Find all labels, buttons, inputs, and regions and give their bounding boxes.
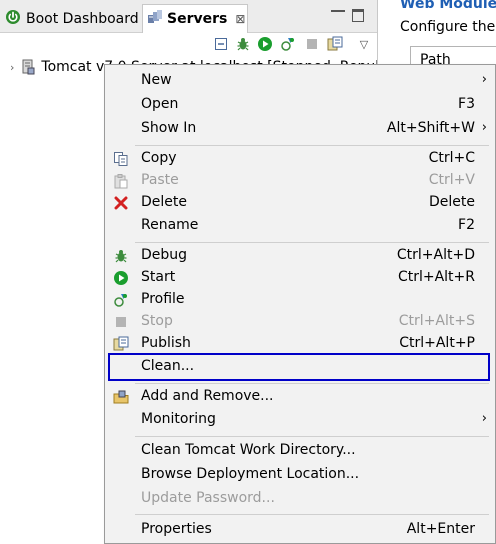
menu-item-show-in-label: Show In bbox=[141, 120, 197, 136]
menu-item-stop-label: Stop bbox=[141, 313, 173, 329]
menu-item-new-label: New bbox=[141, 72, 172, 88]
stop-icon[interactable] bbox=[304, 36, 320, 52]
debug-icon bbox=[113, 248, 129, 264]
tab-servers-label: Servers bbox=[167, 11, 228, 27]
menu-item-publish-label: Publish bbox=[141, 335, 191, 351]
paste-icon bbox=[113, 173, 129, 189]
debug-icon[interactable] bbox=[235, 36, 251, 52]
menu-item-stop[interactable]: Stop Ctrl+Alt+S bbox=[105, 311, 495, 333]
view-toolbar: ▽ bbox=[0, 33, 377, 55]
menu-separator bbox=[135, 514, 489, 515]
menu-item-copy-label: Copy bbox=[141, 150, 177, 166]
tab-boot-dashboard-label: Boot Dashboard bbox=[26, 11, 139, 27]
context-menu: New › Open F3 Show In Alt+Shift+W › Copy… bbox=[104, 64, 496, 544]
eclipse-workbench: Boot Dashboard Servers ⊠ ▽ › Tomcat Web … bbox=[0, 0, 496, 544]
stop-icon bbox=[113, 314, 129, 330]
shortcut-label: F2 bbox=[458, 217, 475, 233]
menu-item-new[interactable]: New › bbox=[105, 70, 495, 92]
start-icon[interactable] bbox=[257, 36, 273, 52]
shortcut-label: Alt+Enter bbox=[406, 521, 475, 537]
menu-item-delete[interactable]: Delete Delete bbox=[105, 192, 495, 214]
menu-item-rename[interactable]: Rename F2 bbox=[105, 215, 495, 237]
view-menu-chevron-down-icon[interactable]: ▽ bbox=[356, 36, 372, 52]
servers-icon bbox=[147, 9, 163, 29]
menu-item-add-and-remove[interactable]: Add and Remove... bbox=[105, 386, 495, 408]
server-icon bbox=[20, 59, 36, 75]
menu-item-browse-deployment-location-label: Browse Deployment Location... bbox=[141, 466, 360, 482]
shortcut-label: Alt+Shift+W bbox=[386, 120, 475, 136]
menu-item-profile-label: Profile bbox=[141, 291, 185, 307]
menu-item-paste-label: Paste bbox=[141, 172, 179, 188]
publish-icon[interactable] bbox=[327, 36, 343, 52]
shortcut-label: F3 bbox=[458, 96, 475, 112]
tab-servers[interactable]: Servers ⊠ bbox=[142, 4, 248, 33]
menu-item-browse-deployment-location[interactable]: Browse Deployment Location... bbox=[105, 464, 495, 486]
power-icon bbox=[5, 9, 21, 29]
menu-item-clean[interactable]: Clean... bbox=[108, 353, 490, 381]
copy-icon bbox=[113, 151, 129, 167]
minimize-icon[interactable] bbox=[331, 10, 345, 12]
submenu-arrow-icon: › bbox=[481, 120, 487, 135]
menu-item-clean-work-directory[interactable]: Clean Tomcat Work Directory... bbox=[105, 440, 495, 462]
submenu-arrow-icon: › bbox=[481, 411, 487, 426]
menu-item-copy[interactable]: Copy Ctrl+C bbox=[105, 148, 495, 170]
profile-icon bbox=[113, 292, 129, 308]
shortcut-label: Ctrl+Alt+S bbox=[398, 313, 475, 329]
chevron-right-icon[interactable]: › bbox=[10, 61, 14, 74]
profile-icon[interactable] bbox=[280, 36, 296, 52]
section-description: Configure the bbox=[400, 19, 496, 35]
menu-item-start[interactable]: Start Ctrl+Alt+R bbox=[105, 267, 495, 289]
delete-icon bbox=[113, 195, 129, 211]
shortcut-label: Ctrl+Alt+D bbox=[396, 247, 475, 263]
menu-item-paste[interactable]: Paste Ctrl+V bbox=[105, 170, 495, 192]
menu-item-open-label: Open bbox=[141, 96, 179, 112]
menu-item-rename-label: Rename bbox=[141, 217, 199, 233]
menu-item-show-in[interactable]: Show In Alt+Shift+W › bbox=[105, 118, 495, 140]
add-remove-icon bbox=[113, 389, 129, 405]
menu-item-delete-label: Delete bbox=[141, 194, 187, 210]
shortcut-label: Delete bbox=[429, 194, 475, 210]
submenu-arrow-icon: › bbox=[481, 72, 487, 87]
tab-boot-dashboard[interactable]: Boot Dashboard bbox=[5, 6, 140, 32]
menu-item-start-label: Start bbox=[141, 269, 176, 285]
menu-item-monitoring[interactable]: Monitoring › bbox=[105, 409, 495, 431]
menu-item-debug[interactable]: Debug Ctrl+Alt+D bbox=[105, 245, 495, 267]
shortcut-label: Ctrl+Alt+P bbox=[399, 335, 475, 351]
menu-item-open[interactable]: Open F3 bbox=[105, 94, 495, 116]
menu-item-debug-label: Debug bbox=[141, 247, 188, 263]
close-icon[interactable]: ⊠ bbox=[235, 12, 245, 26]
shortcut-label: Ctrl+V bbox=[428, 172, 475, 188]
shortcut-label: Ctrl+Alt+R bbox=[397, 269, 475, 285]
start-icon bbox=[113, 270, 129, 286]
menu-item-add-and-remove-label: Add and Remove... bbox=[141, 388, 274, 404]
section-title: Web Modules bbox=[400, 0, 496, 12]
menu-separator bbox=[135, 145, 489, 146]
menu-item-update-password[interactable]: Update Password... bbox=[105, 488, 495, 510]
menu-separator bbox=[135, 383, 489, 384]
menu-item-profile[interactable]: Profile bbox=[105, 289, 495, 311]
menu-item-update-password-label: Update Password... bbox=[141, 490, 275, 506]
menu-separator bbox=[135, 242, 489, 243]
publish-icon bbox=[113, 336, 129, 352]
view-tab-bar: Boot Dashboard Servers ⊠ bbox=[0, 0, 377, 33]
menu-item-publish[interactable]: Publish Ctrl+Alt+P bbox=[105, 333, 495, 355]
menu-item-properties[interactable]: Properties Alt+Enter bbox=[105, 519, 495, 541]
maximize-icon[interactable] bbox=[352, 9, 364, 22]
collapse-all-icon[interactable] bbox=[213, 36, 229, 52]
menu-item-clean-label: Clean... bbox=[141, 358, 195, 374]
menu-item-properties-label: Properties bbox=[141, 521, 212, 537]
menu-item-clean-work-directory-label: Clean Tomcat Work Directory... bbox=[141, 442, 356, 458]
menu-separator bbox=[135, 436, 489, 437]
shortcut-label: Ctrl+C bbox=[428, 150, 475, 166]
menu-item-monitoring-label: Monitoring bbox=[141, 411, 216, 427]
